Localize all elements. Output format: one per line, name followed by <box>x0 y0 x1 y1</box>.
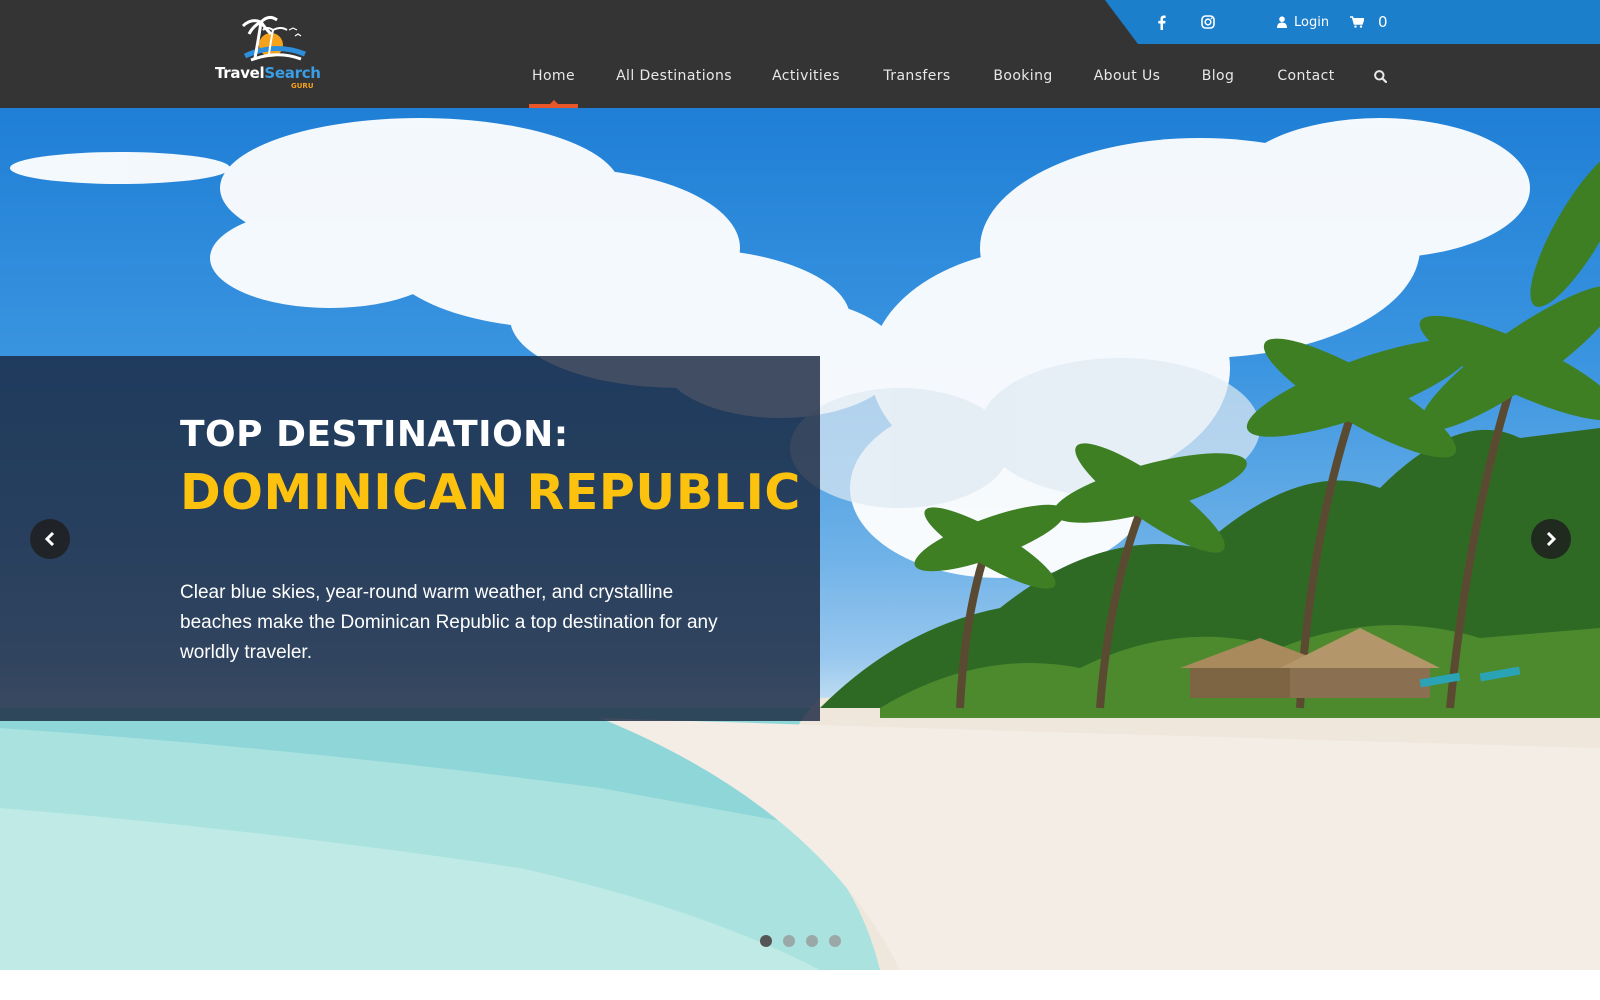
chevron-right-icon <box>1546 532 1557 546</box>
slider-prev-button[interactable] <box>30 519 70 559</box>
nav-item-about-us[interactable]: About Us <box>1092 44 1162 108</box>
main-nav: Home All Destinations Activities Transfe… <box>0 44 1600 108</box>
instagram-icon <box>1201 15 1215 29</box>
nav-item-home[interactable]: Home <box>529 44 578 108</box>
nav-item-activities[interactable]: Activities <box>770 44 842 108</box>
nav-item-booking[interactable]: Booking <box>992 44 1054 108</box>
nav-item-contact[interactable]: Contact <box>1274 44 1338 108</box>
facebook-icon <box>1158 15 1166 30</box>
slider-pagination <box>760 935 841 947</box>
site-header: TravelSearch GURU Login 0 Home All Desti… <box>0 0 1600 108</box>
slide-description: Clear blue skies, year-round warm weathe… <box>180 582 718 663</box>
login-link[interactable]: Login <box>1277 0 1329 44</box>
slide-caption-panel: TOP DESTINATION: DOMINICAN REPUBLIC Clea… <box>0 356 820 721</box>
top-bar: Login 0 <box>1105 0 1600 44</box>
slide-title: DOMINICAN REPUBLIC <box>180 464 801 521</box>
slider-dot-2[interactable] <box>783 935 795 947</box>
chevron-left-icon <box>44 532 55 546</box>
cart-count: 0 <box>1378 13 1388 31</box>
facebook-link[interactable] <box>1157 0 1166 44</box>
slider-dot-4[interactable] <box>829 935 841 947</box>
cart-link[interactable]: 0 <box>1350 0 1388 44</box>
search-icon <box>1373 69 1387 83</box>
search-button[interactable] <box>1372 44 1388 108</box>
slider-next-button[interactable] <box>1531 519 1571 559</box>
hero-slider: TOP DESTINATION: DOMINICAN REPUBLIC Clea… <box>0 108 1600 970</box>
slider-dot-1[interactable] <box>760 935 772 947</box>
cart-icon <box>1350 16 1364 28</box>
slider-dot-3[interactable] <box>806 935 818 947</box>
nav-item-all-destinations[interactable]: All Destinations <box>614 44 734 108</box>
instagram-link[interactable] <box>1201 0 1215 44</box>
slide-label: TOP DESTINATION: <box>180 414 569 455</box>
nav-item-transfers[interactable]: Transfers <box>880 44 954 108</box>
user-icon <box>1277 16 1287 28</box>
login-label: Login <box>1294 14 1330 30</box>
nav-item-blog[interactable]: Blog <box>1200 44 1236 108</box>
